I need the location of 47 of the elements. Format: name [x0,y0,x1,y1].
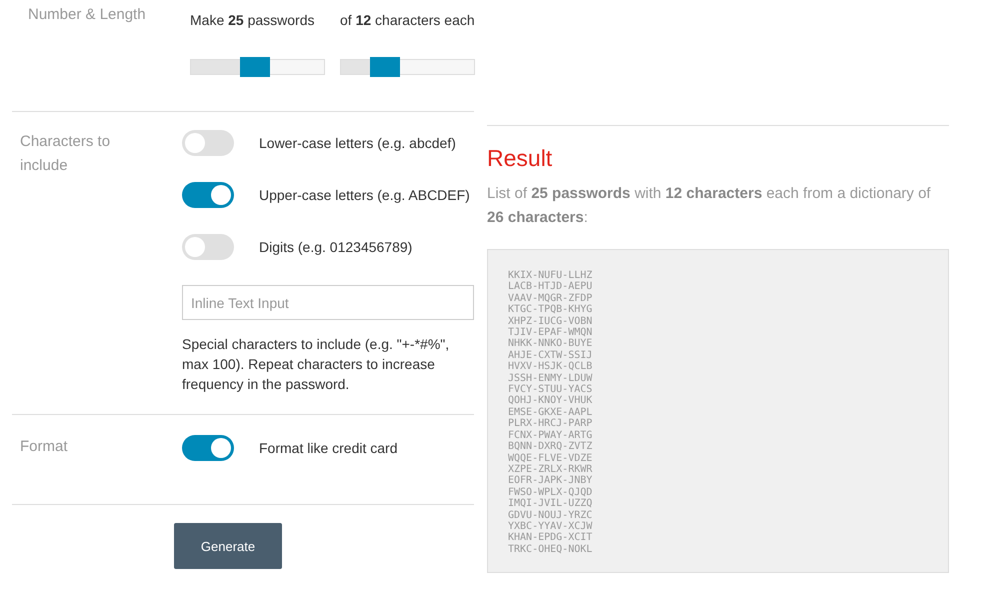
toggle-label: Format like credit card [259,440,398,456]
password-text: WQQE-FLVE-VDZE [508,452,592,464]
result-summary: List of 25 passwords with 12 characters each from a dictionary of 26 characters: [487,184,932,228]
password-text: KTGC-TPQB-KHYG [508,304,592,316]
password-text: HVXV-HSJK-QCLB [508,361,592,373]
password-text: FWSO-WPLX-QJQD [508,486,592,498]
input-field[interactable]: Inline Text Input [182,285,474,320]
password-text: TRKC-OHEQ-NOKL [508,544,592,556]
help-text: Special characters to include (e.g. "+-*#%", max 100). Repeat characters to increase frequency in the password. [182,335,450,394]
result-heading: Result [487,145,554,172]
password-text: AHJE-CXTW-SSIJ [508,350,592,362]
toggle-switch[interactable] [182,435,234,461]
password-text: XZPE-ZRLX-RKWR [508,464,592,476]
password-text: EMSE-GKXE-AAPL [508,406,592,418]
toggle-switch[interactable] [182,234,234,260]
section-label: Format [19,437,69,457]
password-text: LACB-HTJD-AEPU [508,281,592,293]
slider-thumb[interactable] [370,57,400,77]
password-text: NHKK-NNKO-BUYE [508,338,592,350]
slider-thumb[interactable] [240,57,270,77]
password-text: PLRX-HRCJ-PARP [508,418,592,430]
password-text: XHPZ-IUCG-VOBN [508,316,592,328]
password-text: KKIX-NUFU-LLHZ [508,270,592,282]
toggle-label: Upper-case letters (e.g. ABCDEF) [259,187,470,203]
toggle-switch[interactable] [182,130,234,156]
password-text: EOFR-JAPK-JNBY [508,475,592,487]
section-label: Number & Length [27,5,147,25]
section-label: Characters to include [19,132,112,176]
toggle-label: Lower-case letters (e.g. abcdef) [259,135,456,151]
password-text: YXBC-YYAV-XCJW [508,520,592,532]
password-text: FCNX-PWAY-ARTG [508,430,592,442]
toggle-switch[interactable] [182,182,234,208]
password-text: IMQI-JVIL-UZZQ [508,498,592,510]
password-text: TJIV-EPAF-WMQN [508,327,592,338]
slider-caption: Make 25 passwords [190,12,316,30]
password-text: BQNN-DXRQ-ZVTZ [508,441,592,452]
password-text: FVCY-STUU-YACS [508,384,592,396]
slider-track[interactable] [340,59,475,75]
toggle-label: Digits (e.g. 0123456789) [259,239,412,255]
password-text: VAAV-MQGR-ZFDP [508,292,592,304]
password-text: QOHJ-KNOY-VHUK [508,395,592,407]
slider-track[interactable] [190,59,325,75]
password-text: JSSH-ENMY-LDUW [508,372,592,384]
password-text: GDVU-NOUJ-YRZC [508,510,592,521]
password-text: KHAN-EPDG-XCIT [508,532,592,544]
generate-button[interactable]: Generate [174,523,282,569]
slider-caption: of 12 characters each [340,12,475,30]
